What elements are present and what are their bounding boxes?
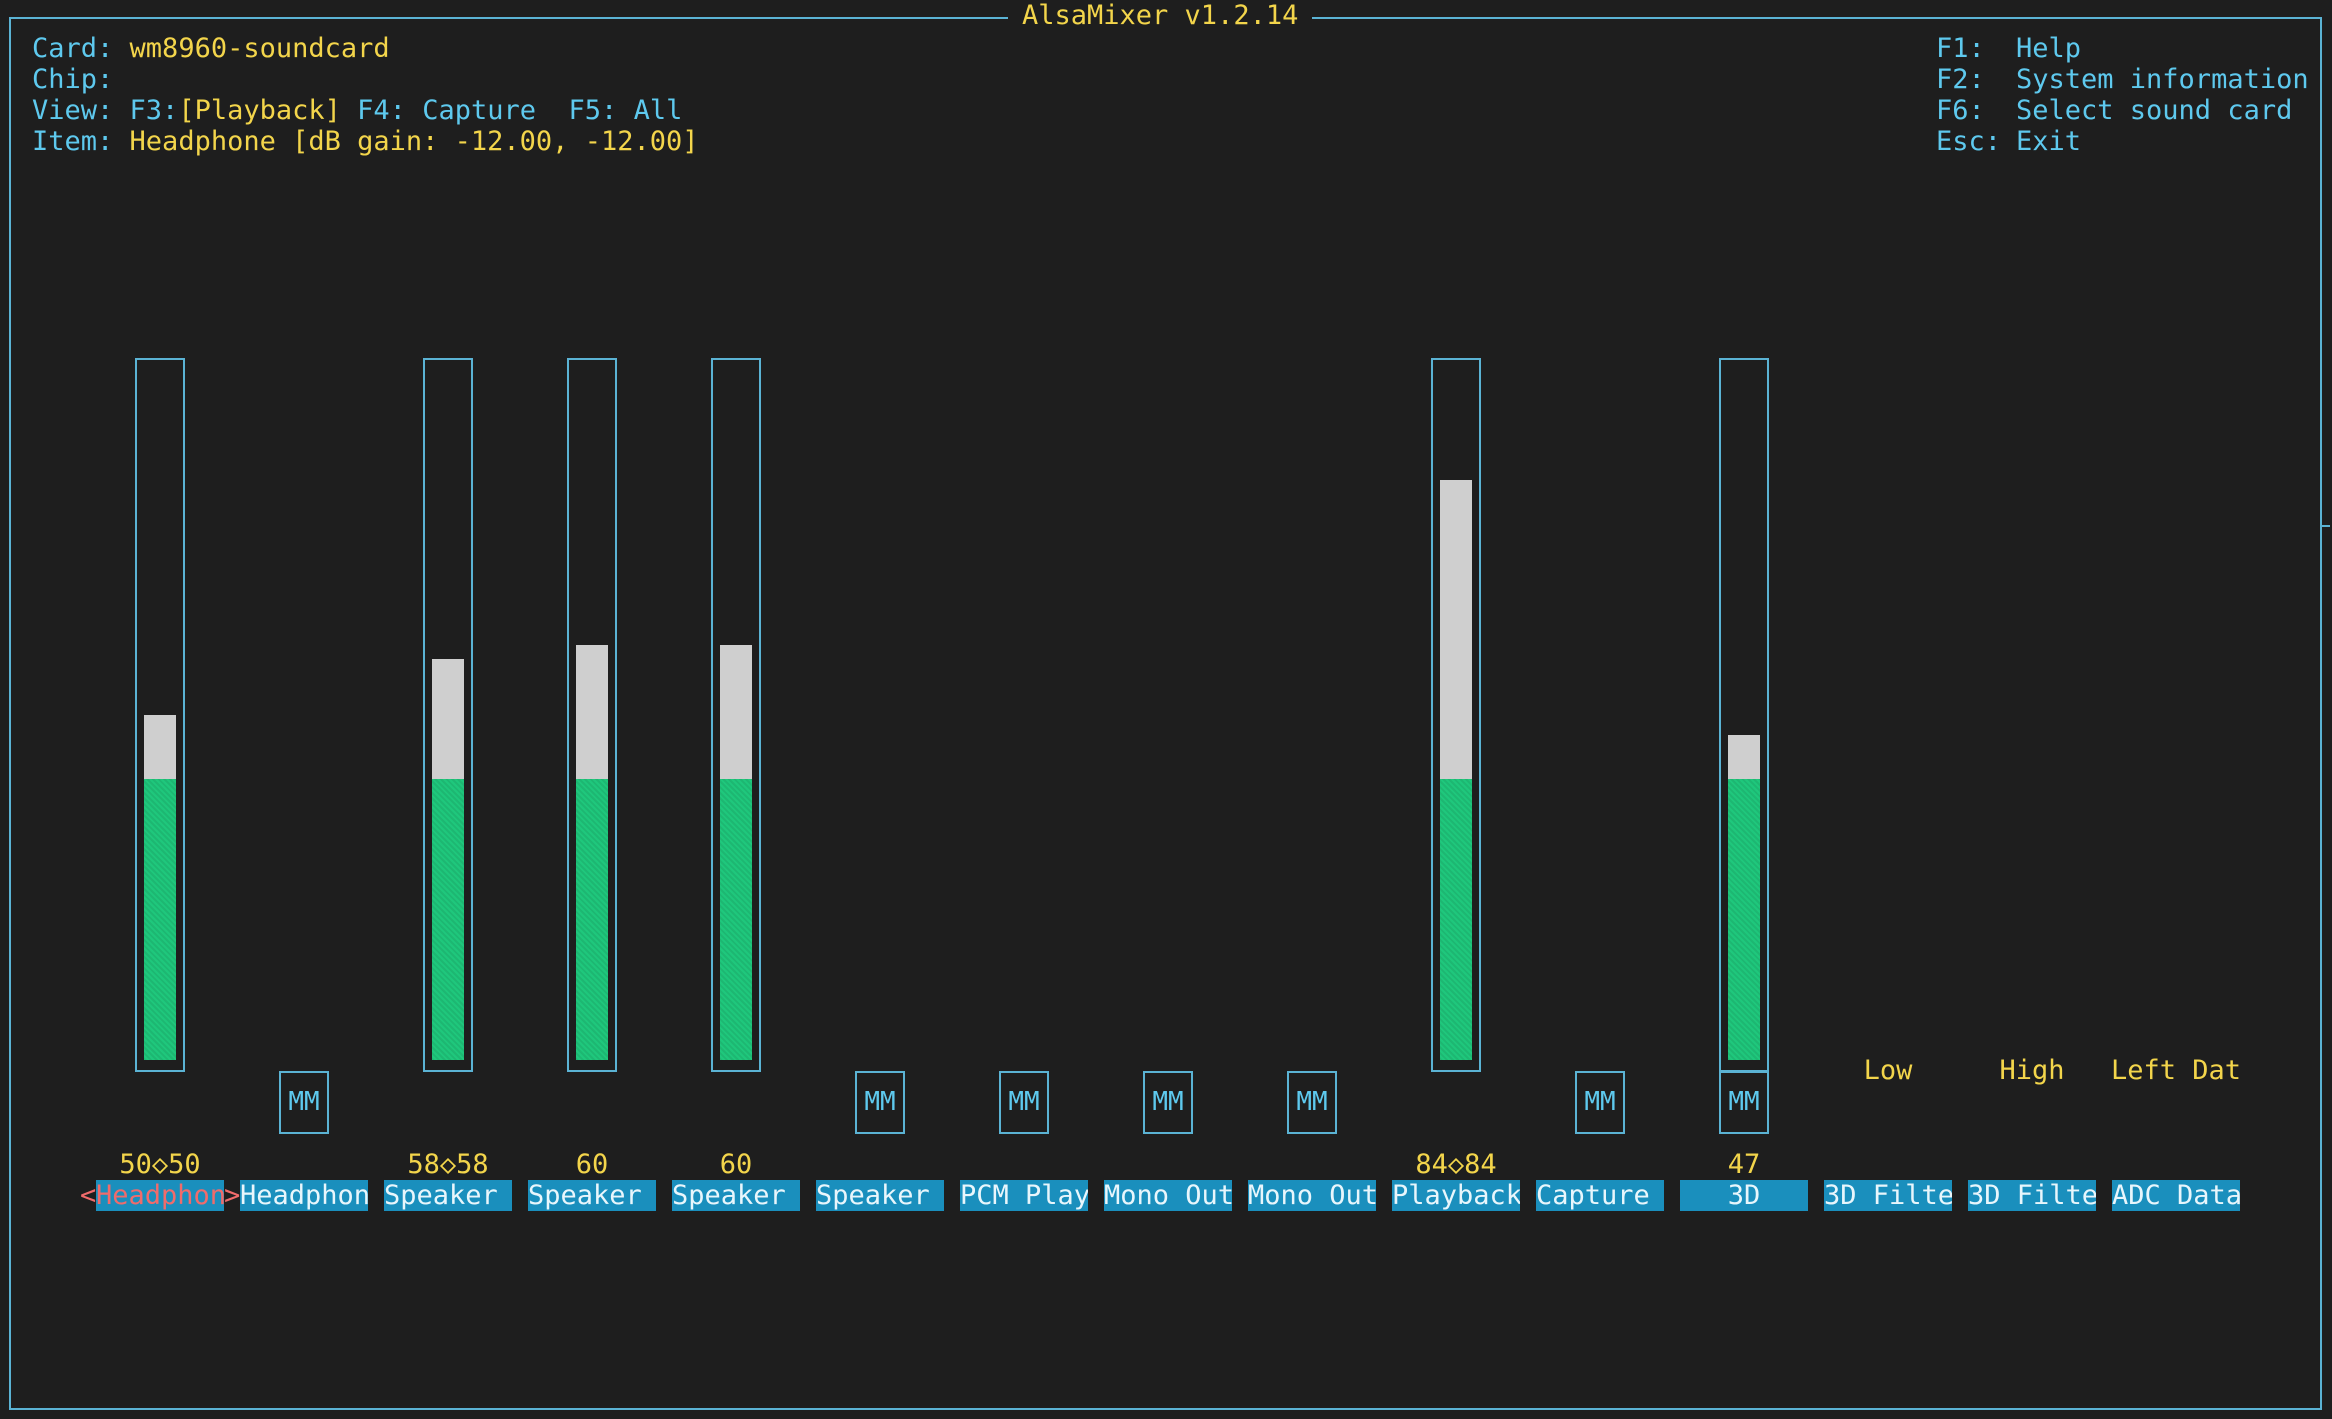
mute-toggle[interactable]: MM xyxy=(1143,1071,1193,1134)
channel-name[interactable]: ADC Data xyxy=(2112,1180,2240,1211)
channel-name-label: Headphon xyxy=(240,1180,368,1211)
channel-name-label: Mono Out xyxy=(1104,1180,1232,1211)
help-f1[interactable]: F1: Help xyxy=(1936,33,2081,64)
help-esc[interactable]: Esc: Exit xyxy=(1936,126,2081,157)
channel-name-label: 3D xyxy=(1727,1180,1761,1211)
volume-bar[interactable] xyxy=(1431,358,1481,1072)
channel-name[interactable]: Speaker xyxy=(816,1180,944,1211)
volume-bar[interactable] xyxy=(711,358,761,1072)
channel-name-label: ADC Data xyxy=(2112,1180,2240,1211)
enum-value[interactable]: High xyxy=(1967,1055,2097,1086)
volume-fill-white xyxy=(1440,479,1472,779)
channel-name-label: Speaker xyxy=(816,1180,930,1211)
mute-toggle[interactable]: MM xyxy=(1287,1071,1337,1134)
card-value: wm8960-soundcard xyxy=(129,33,390,64)
item-line: Item: Headphone [dB gain: -12.00, -12.00… xyxy=(32,126,699,157)
volume-fill-green xyxy=(432,779,464,1060)
volume-fill-white xyxy=(144,714,176,779)
mute-toggle[interactable]: MM xyxy=(279,1071,329,1134)
channel-name[interactable]: Speaker xyxy=(528,1180,656,1211)
channel-name[interactable]: Mono Out xyxy=(1248,1180,1376,1211)
channel-value: 60 xyxy=(719,1149,753,1180)
channel-name[interactable]: Speaker xyxy=(672,1180,800,1211)
channel-name[interactable]: 3D xyxy=(1680,1180,1808,1211)
volume-bar[interactable] xyxy=(423,358,473,1072)
volume-fill-white xyxy=(576,645,608,779)
channel-name[interactable]: Mono Out xyxy=(1104,1180,1232,1211)
channel-name[interactable]: Headphon xyxy=(96,1180,224,1211)
volume-fill-white xyxy=(432,659,464,779)
chip-line: Chip: xyxy=(32,64,114,95)
channel-name-label: Playback xyxy=(1392,1180,1520,1211)
enum-value[interactable]: Left Dat xyxy=(2111,1055,2241,1086)
item-value: Headphone [dB gain: -12.00, -12.00] xyxy=(129,126,699,157)
channel-name[interactable]: 3D Filte xyxy=(1968,1180,2096,1211)
volume-fill-green xyxy=(720,779,752,1060)
channel-value: 84◇84 xyxy=(1415,1149,1497,1180)
channel-name[interactable]: 3D Filte xyxy=(1824,1180,1952,1211)
channel-name-label: Mono Out xyxy=(1248,1180,1376,1211)
mute-toggle[interactable]: MM xyxy=(999,1071,1049,1134)
enum-value[interactable]: Low xyxy=(1823,1055,1953,1086)
channel-name[interactable]: Capture xyxy=(1536,1180,1664,1211)
help-f2[interactable]: F2: System information xyxy=(1936,64,2309,95)
channel-value: 50◇50 xyxy=(119,1149,201,1180)
mute-toggle[interactable]: MM xyxy=(855,1071,905,1134)
channel-name-label: Speaker xyxy=(384,1180,498,1211)
volume-bar[interactable] xyxy=(567,358,617,1072)
channel-name[interactable]: Headphon xyxy=(240,1180,368,1211)
view-all-tab[interactable]: All xyxy=(634,95,683,126)
selection-left-arrow-icon: < xyxy=(80,1180,97,1211)
channel-name[interactable]: Speaker xyxy=(384,1180,512,1211)
view-playback-tab[interactable]: [Playback] xyxy=(178,95,341,126)
card-line: Card: wm8960-soundcard xyxy=(32,33,390,64)
channel-value: 47 xyxy=(1727,1149,1761,1180)
channel-name-label: Speaker xyxy=(528,1180,642,1211)
scroll-indicator xyxy=(2322,525,2330,527)
channel-name[interactable]: Playback xyxy=(1392,1180,1520,1211)
volume-fill-green xyxy=(144,779,176,1060)
view-capture-tab[interactable]: Capture xyxy=(422,95,536,126)
volume-fill-white xyxy=(1728,735,1760,779)
channel-name-label: Speaker xyxy=(672,1180,786,1211)
channel-name-label: PCM Play xyxy=(960,1180,1088,1211)
help-f6[interactable]: F6: Select sound card xyxy=(1936,95,2292,126)
volume-bar[interactable] xyxy=(135,358,185,1072)
volume-fill-white xyxy=(720,645,752,779)
volume-bar[interactable] xyxy=(1719,358,1769,1072)
channel-name-label: 3D Filte xyxy=(1824,1180,1952,1211)
channel-name-label: 3D Filte xyxy=(1968,1180,2096,1211)
volume-fill-green xyxy=(576,779,608,1060)
selection-right-arrow-icon: > xyxy=(224,1180,241,1211)
channel-name-label: Headphon xyxy=(96,1180,224,1211)
view-line: View: F3:[Playback] F4: Capture F5: All xyxy=(32,95,683,126)
mute-toggle[interactable]: MM xyxy=(1575,1071,1625,1134)
app-title: AlsaMixer v1.2.14 xyxy=(1008,0,1313,31)
mute-toggle[interactable]: MM xyxy=(1719,1071,1769,1134)
channel-name[interactable]: PCM Play xyxy=(960,1180,1088,1211)
volume-fill-green xyxy=(1440,779,1472,1060)
channel-name-label: Capture xyxy=(1536,1180,1650,1211)
volume-fill-green xyxy=(1728,779,1760,1060)
